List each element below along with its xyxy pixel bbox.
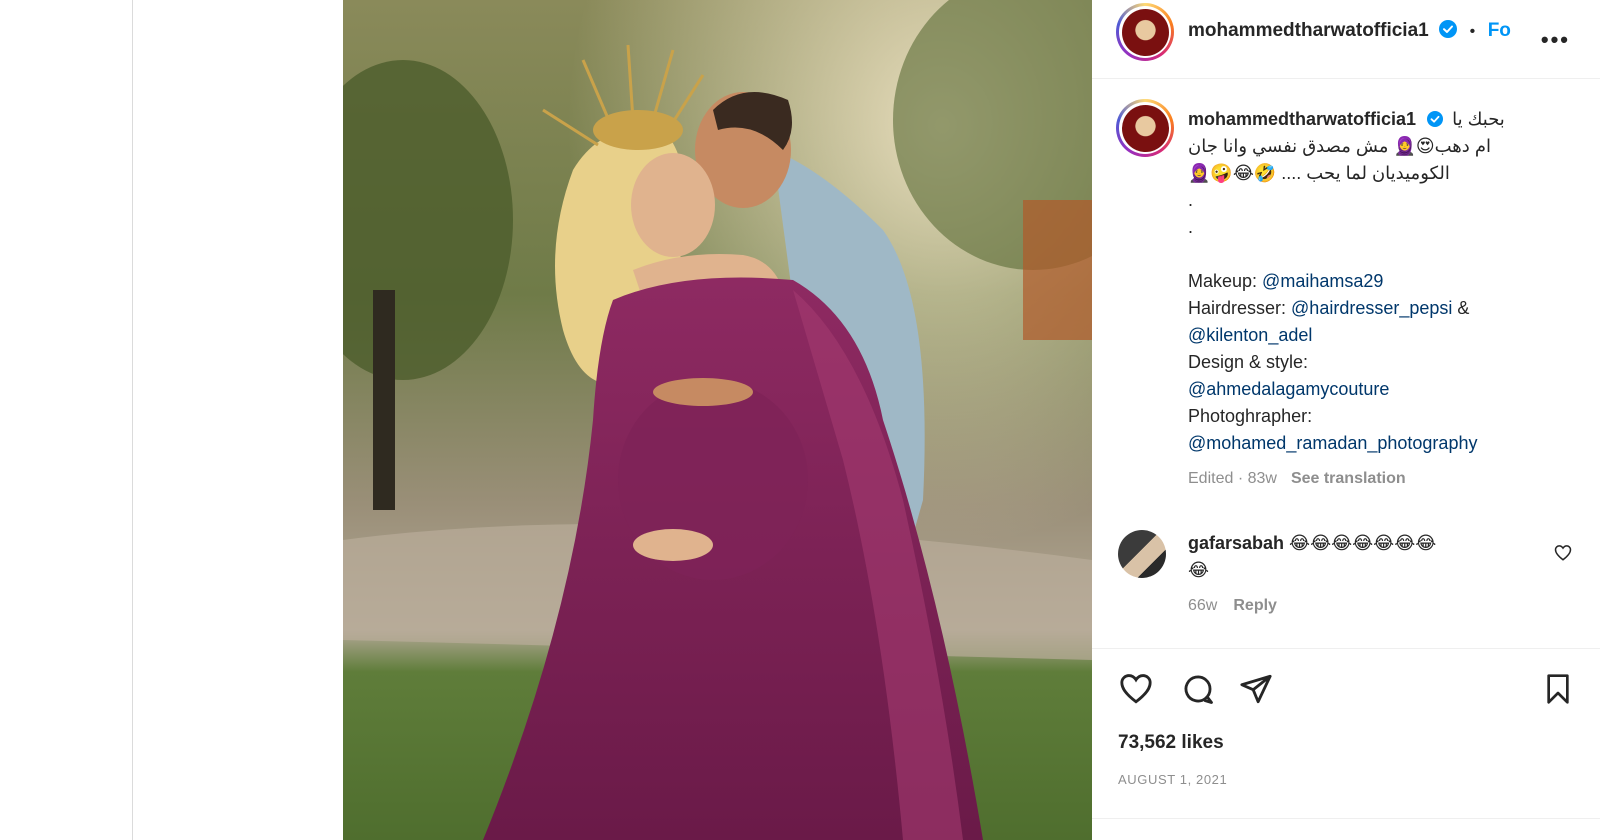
header-user-row: mohammedtharwatofficia1 • Fo — [1188, 20, 1511, 42]
caption-text-line1: بحبك يا — [1452, 109, 1505, 129]
heart-icon[interactable] — [1118, 672, 1154, 706]
see-translation-button[interactable]: See translation — [1291, 470, 1406, 487]
post-side-panel: mohammedtharwatofficia1 • Fo ••• mohamme… — [1092, 0, 1600, 840]
caption-text-line3: الكوميديان لما يحب .... 🤣😂🤪🧕 — [1188, 163, 1450, 183]
caption-makeup: Makeup: @maihamsa29 — [1188, 268, 1568, 295]
mention-photographer[interactable]: @mohamed_ramadan_photography — [1188, 433, 1477, 453]
author-avatar[interactable] — [1116, 3, 1174, 61]
caption-dot-2: . — [1188, 217, 1194, 237]
caption-hairdresser: Hairdresser: @hairdresser_pepsi & — [1188, 295, 1568, 322]
mention-design[interactable]: @ahmedalagamycouture — [1188, 379, 1389, 399]
caption-author-avatar[interactable] — [1116, 99, 1174, 157]
comment-icon[interactable] — [1180, 672, 1216, 706]
commenter-avatar[interactable] — [1118, 530, 1166, 578]
mention-hairdresser-2[interactable]: @kilenton_adel — [1188, 325, 1312, 345]
actions-divider — [1092, 648, 1600, 649]
design-label: Design & style: — [1188, 352, 1309, 372]
bottom-divider — [1092, 818, 1600, 819]
post-header: mohammedtharwatofficia1 • Fo ••• — [1092, 0, 1600, 79]
likes-count[interactable]: 73,562 likes — [1118, 732, 1224, 754]
caption-text-line2: ام دهب😍🧕 مش مصدق نفسي وانا جان — [1188, 136, 1491, 156]
more-options-button[interactable]: ••• — [1535, 28, 1576, 52]
caption-dot-1: . — [1188, 190, 1194, 210]
post-caption: mohammedtharwatofficia1 بحبك يا ام دهب😍🧕… — [1188, 106, 1568, 492]
ampersand: & — [1452, 298, 1470, 318]
mention-hairdresser-1[interactable]: @hairdresser_pepsi — [1291, 298, 1452, 318]
paper-plane-icon[interactable] — [1238, 672, 1274, 706]
edited-time: Edited · 83w — [1188, 470, 1277, 487]
comment-text-line2: 😂 — [1188, 560, 1210, 580]
post-photo — [343, 0, 1092, 840]
post-date: AUGUST 1, 2021 — [1118, 772, 1228, 787]
reply-button[interactable]: Reply — [1233, 597, 1277, 614]
caption-meta: Edited · 83w See translation — [1188, 465, 1568, 492]
bookmark-icon[interactable] — [1542, 672, 1574, 706]
follow-button[interactable]: Fo — [1488, 20, 1511, 42]
left-gutter — [0, 0, 133, 840]
verified-badge-icon — [1439, 20, 1458, 38]
author-username[interactable]: mohammedtharwatofficia1 — [1188, 20, 1429, 41]
verified-badge-icon — [1427, 111, 1444, 127]
makeup-label: Makeup: — [1188, 271, 1263, 291]
comment: gafarsabah 😂😂😂😂😂😂😂 😂 — [1188, 530, 1548, 584]
hairdresser-label: Hairdresser: — [1188, 298, 1292, 318]
comment-meta: 66w Reply — [1188, 597, 1277, 615]
comment-text: 😂😂😂😂😂😂😂 — [1284, 533, 1437, 553]
photographer-label: Photoghrapher: — [1188, 406, 1313, 426]
comment-username[interactable]: gafarsabah — [1188, 533, 1284, 553]
mention-makeup[interactable]: @maihamsa29 — [1262, 271, 1383, 291]
photo-illustration — [343, 0, 1092, 840]
caption-username[interactable]: mohammedtharwatofficia1 — [1188, 109, 1416, 129]
comment-like-icon[interactable] — [1554, 544, 1572, 562]
separator-dot: • — [1469, 23, 1476, 40]
comment-time: 66w — [1188, 597, 1218, 614]
